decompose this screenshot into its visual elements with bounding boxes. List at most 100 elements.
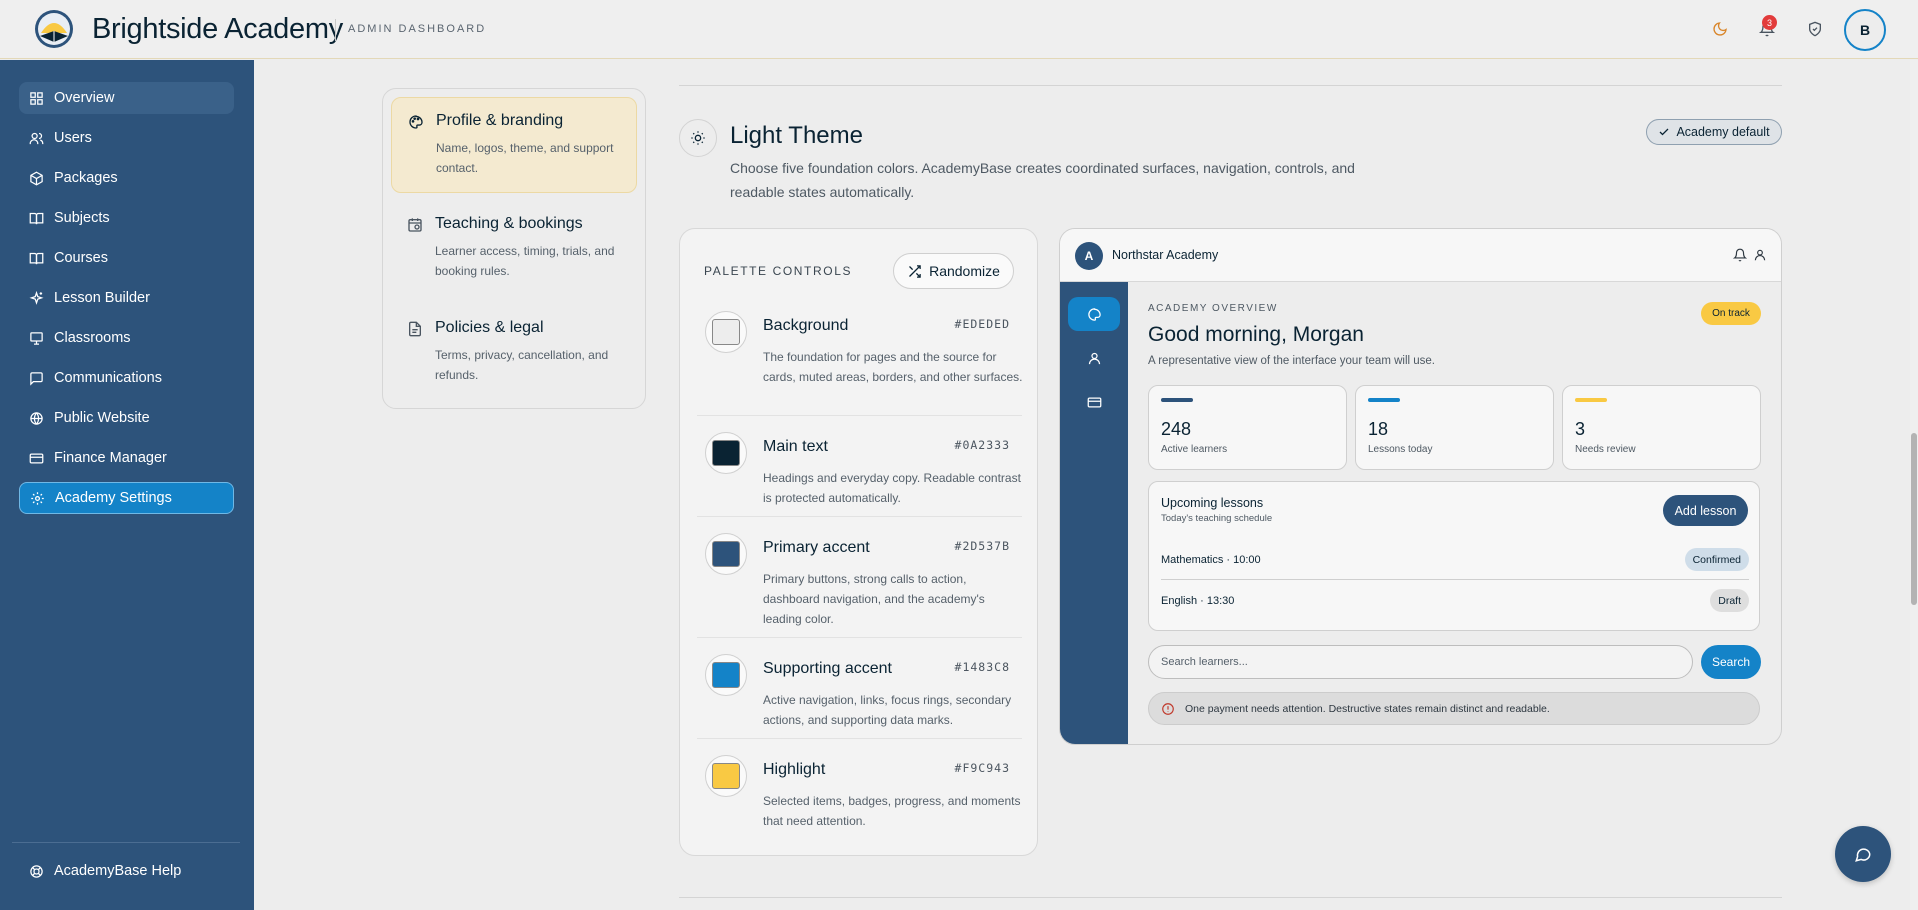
sidebar-item-label: Users bbox=[54, 130, 92, 146]
sidebar-item-subjects[interactable]: Subjects bbox=[19, 202, 234, 234]
sidebar-item-label: Finance Manager bbox=[54, 450, 167, 466]
palette-hex[interactable]: #0A2333 bbox=[955, 438, 1010, 452]
palette-hex[interactable]: #EDEDED bbox=[955, 317, 1010, 331]
color-swatch-button[interactable] bbox=[705, 432, 747, 474]
sidebar-item-label: Communications bbox=[54, 370, 162, 386]
palette-hex[interactable]: #2D537B bbox=[955, 539, 1010, 553]
sidebar-item-label: Packages bbox=[54, 170, 118, 186]
color-swatch-button[interactable] bbox=[705, 654, 747, 696]
stat-accent-bar bbox=[1575, 398, 1607, 402]
presentation-icon bbox=[30, 331, 43, 345]
sidebar-item-lesson-builder[interactable]: Lesson Builder bbox=[19, 282, 234, 314]
settings-icon bbox=[31, 491, 44, 505]
stat-card-needs-review: 3 Needs review bbox=[1562, 385, 1761, 470]
grid-icon bbox=[30, 91, 43, 105]
sidebar-item-users[interactable]: Users bbox=[19, 122, 234, 154]
preview-subtitle: A representative view of the interface y… bbox=[1148, 355, 1436, 367]
sidebar-item-classrooms[interactable]: Classrooms bbox=[19, 322, 234, 354]
section-title: Profile & branding bbox=[436, 112, 564, 129]
academy-default-button[interactable]: Academy default bbox=[1646, 119, 1782, 145]
sidebar-divider bbox=[12, 842, 240, 843]
section-divider bbox=[679, 897, 1782, 898]
sidebar-item-label: Classrooms bbox=[54, 330, 131, 346]
stat-accent-bar bbox=[1368, 398, 1400, 402]
search-button[interactable]: Search bbox=[1701, 645, 1761, 679]
sidebar-item-overview[interactable]: Overview bbox=[19, 82, 234, 114]
sidebar-item-courses[interactable]: Courses bbox=[19, 242, 234, 274]
scrollbar-thumb[interactable] bbox=[1911, 433, 1917, 605]
user-avatar[interactable]: B bbox=[1844, 9, 1886, 51]
moon-icon[interactable] bbox=[1709, 18, 1731, 40]
chat-icon bbox=[1855, 848, 1871, 862]
palette-row-main-text: Main text #0A2333 Headings and everyday … bbox=[697, 424, 1022, 517]
palette-hex[interactable]: #F9C943 bbox=[955, 761, 1010, 775]
sidebar-item-communications[interactable]: Communications bbox=[19, 362, 234, 394]
sidebar-item-packages[interactable]: Packages bbox=[19, 162, 234, 194]
section-profile-branding[interactable]: Profile & branding Name, logos, theme, a… bbox=[391, 97, 637, 193]
palette-row-primary-accent: Primary accent #2D537B Primary buttons, … bbox=[697, 525, 1022, 638]
palette-row-supporting-accent: Supporting accent #1483C8 Active navigat… bbox=[697, 646, 1022, 739]
shield-check-icon[interactable] bbox=[1804, 18, 1826, 40]
stat-value: 18 bbox=[1368, 419, 1389, 439]
brand-name: Brightside Academy bbox=[92, 13, 343, 45]
section-desc: Terms, privacy, cancellation, and refund… bbox=[435, 348, 609, 382]
sidebar-help-label: AcademyBase Help bbox=[54, 863, 182, 879]
shuffle-icon bbox=[909, 264, 921, 278]
sidebar-item-academy-settings[interactable]: Academy Settings bbox=[19, 482, 234, 514]
theme-title: Light Theme bbox=[730, 122, 863, 149]
package-icon bbox=[30, 171, 43, 185]
palette-name: Primary accent bbox=[763, 539, 870, 556]
chat-button[interactable] bbox=[1835, 826, 1891, 882]
color-swatch-button[interactable] bbox=[705, 311, 747, 353]
lesson-name: English · 13:30 bbox=[1161, 595, 1235, 607]
sidebar-item-help[interactable]: AcademyBase Help bbox=[19, 855, 234, 887]
color-swatch-button[interactable] bbox=[705, 533, 747, 575]
message-icon bbox=[30, 371, 43, 386]
book-open-icon bbox=[29, 252, 44, 264]
sun-icon bbox=[679, 119, 717, 157]
settings-section-nav: Profile & branding Name, logos, theme, a… bbox=[382, 88, 646, 409]
lifebuoy-icon bbox=[30, 864, 43, 878]
section-teaching-bookings[interactable]: Teaching & bookings Learner access, timi… bbox=[391, 201, 637, 297]
color-swatch bbox=[712, 440, 740, 466]
lesson-row: English · 13:30 Draft bbox=[1161, 581, 1749, 621]
color-swatch-button[interactable] bbox=[705, 755, 747, 797]
academy-default-label: Academy default bbox=[1676, 125, 1770, 139]
randomize-button[interactable]: Randomize bbox=[893, 253, 1014, 289]
preview-topbar: A Northstar Academy bbox=[1060, 229, 1781, 282]
sidebar-item-label: Subjects bbox=[54, 210, 110, 226]
sidebar-item-label: Overview bbox=[54, 90, 115, 106]
alert-circle-icon bbox=[1162, 703, 1174, 715]
stat-value: 3 bbox=[1575, 419, 1586, 439]
lesson-status: Draft bbox=[1710, 589, 1749, 612]
palette-row-highlight: Highlight #F9C943 Selected items, badges… bbox=[697, 747, 1022, 840]
lesson-status: Confirmed bbox=[1684, 548, 1749, 571]
users-icon bbox=[29, 132, 44, 144]
sidebar: Overview Users Packages Subjects Courses… bbox=[0, 60, 254, 910]
bell-icon bbox=[1733, 248, 1747, 262]
card-icon bbox=[1068, 385, 1120, 419]
preview-sidebar bbox=[1060, 282, 1128, 744]
preview-org-name: Northstar Academy bbox=[1112, 248, 1219, 262]
sidebar-item-finance-manager[interactable]: Finance Manager bbox=[19, 442, 234, 474]
randomize-label: Randomize bbox=[929, 263, 1000, 279]
palette-title: PALETTE CONTROLS bbox=[704, 264, 853, 278]
palette-name: Background bbox=[763, 317, 849, 334]
preview-kicker: ACADEMY OVERVIEW bbox=[1148, 303, 1278, 314]
document-icon bbox=[409, 321, 421, 337]
section-policies-legal[interactable]: Policies & legal Terms, privacy, cancell… bbox=[391, 305, 637, 401]
color-swatch bbox=[712, 541, 740, 567]
stat-card-active-learners: 248 Active learners bbox=[1148, 385, 1347, 470]
academy-logo bbox=[35, 10, 73, 48]
search-learners-input[interactable]: Search learners... bbox=[1148, 645, 1693, 679]
book-open-icon bbox=[29, 212, 44, 224]
globe-icon bbox=[30, 411, 43, 425]
check-icon bbox=[1659, 128, 1669, 136]
section-title: Policies & legal bbox=[435, 319, 544, 336]
stat-accent-bar bbox=[1161, 398, 1193, 402]
sidebar-item-label: Public Website bbox=[54, 410, 150, 426]
add-lesson-button[interactable]: Add lesson bbox=[1663, 495, 1748, 526]
sidebar-item-public-website[interactable]: Public Website bbox=[19, 402, 234, 434]
palette-hex[interactable]: #1483C8 bbox=[955, 660, 1010, 674]
palette-desc: Active navigation, links, focus rings, s… bbox=[763, 693, 1012, 727]
